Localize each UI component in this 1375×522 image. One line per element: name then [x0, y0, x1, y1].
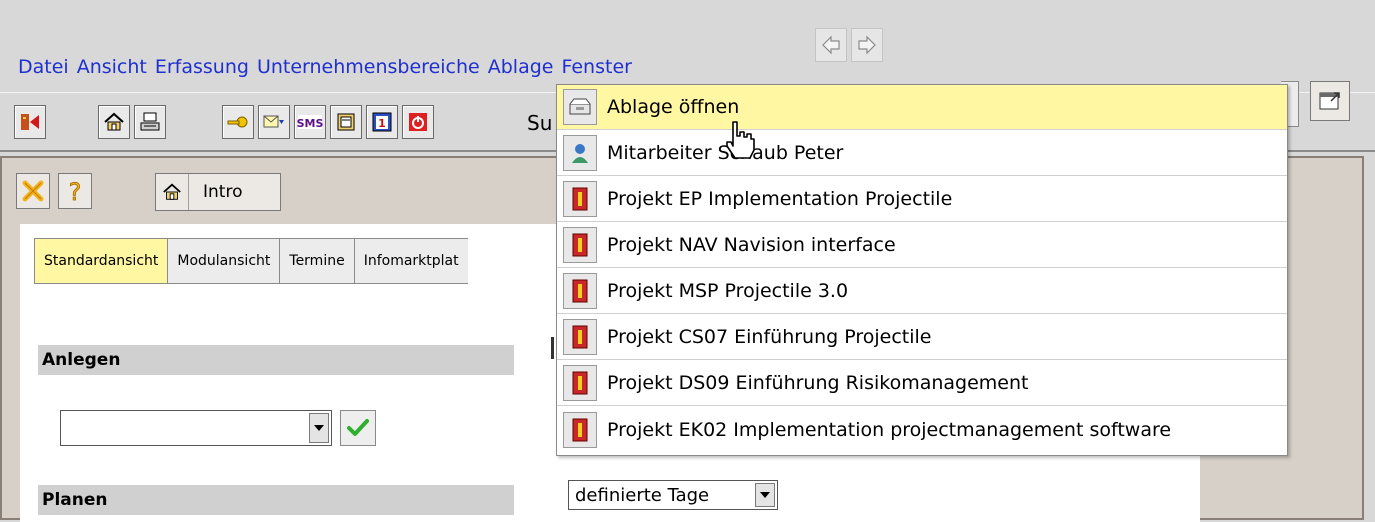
tab-modulansicht[interactable]: Modulansicht — [167, 238, 280, 284]
project-icon — [563, 181, 597, 217]
menu-erfassung[interactable]: Erfassung — [155, 56, 249, 78]
mail-icon[interactable] — [258, 105, 290, 139]
menu-unternehmensbereiche[interactable]: Unternehmensbereiche — [257, 56, 480, 78]
menu-item-label: Projekt DS09 Einführung Risikomanagement — [607, 372, 1029, 394]
menu-item-projekt-cs07[interactable]: Projekt CS07 Einführung Projectile — [557, 315, 1287, 360]
menu-datei[interactable]: Datei — [18, 56, 69, 78]
notes-icon[interactable] — [330, 105, 362, 139]
project-icon — [563, 411, 597, 448]
checkmark-icon — [347, 419, 369, 436]
menu-item-label: Projekt NAV Navision interface — [607, 234, 896, 256]
power-off-icon[interactable] — [402, 105, 434, 139]
ablage-dropdown-menu: Ablage öffnen Mitarbeiter Schaub Peter P… — [556, 84, 1288, 456]
menu-item-projekt-msp[interactable]: Projekt MSP Projectile 3.0 — [557, 269, 1287, 314]
new-window-icon[interactable] — [1310, 81, 1350, 121]
menu-ansicht[interactable]: Ansicht — [77, 56, 147, 78]
menu-item-label: Projekt CS07 Einführung Projectile — [607, 326, 932, 348]
menu-item-label: Projekt EK02 Implementation projectmanag… — [607, 418, 1172, 441]
menu-item-label: Projekt EP Implementation Projectile — [607, 188, 953, 210]
menu-item-projekt-ek02[interactable]: Projekt EK02 Implementation projectmanag… — [557, 407, 1287, 452]
sms-icon[interactable]: SMS — [294, 105, 326, 139]
key-icon[interactable] — [222, 105, 254, 139]
tab-standardansicht[interactable]: Standardansicht — [34, 238, 168, 284]
svg-text:1: 1 — [378, 117, 386, 130]
menu-list: Datei Ansicht Erfassung Unternehmensbere… — [18, 56, 640, 78]
menu-item-mitarbeiter[interactable]: Mitarbeiter Schaub Peter — [557, 131, 1287, 176]
chevron-down-icon[interactable] — [755, 483, 775, 507]
svg-text:SMS: SMS — [297, 117, 323, 130]
project-icon — [563, 273, 597, 309]
view-tabs: Standardansicht Modulansicht Termine Inf… — [34, 238, 468, 284]
intro-tab[interactable]: Intro — [155, 173, 281, 211]
calendar-icon[interactable]: 1 — [366, 105, 398, 139]
hand-cursor-icon — [723, 120, 757, 164]
back-arrow-icon[interactable] — [815, 28, 847, 62]
menu-ablage[interactable]: Ablage — [488, 56, 554, 78]
chevron-down-icon[interactable] — [309, 413, 329, 443]
menu-item-label: Ablage öffnen — [607, 96, 740, 118]
help-icon[interactable]: ? — [58, 173, 92, 209]
drawer-icon — [563, 89, 597, 125]
section-anlegen-header: Anlegen — [38, 345, 514, 375]
menu-item-label: Projekt MSP Projectile 3.0 — [607, 280, 849, 302]
menu-item-projekt-ep[interactable]: Projekt EP Implementation Projectile — [557, 177, 1287, 222]
close-icon[interactable] — [16, 173, 50, 209]
search-label: Su — [527, 111, 553, 135]
menu-fenster[interactable]: Fenster — [561, 56, 631, 78]
section-planen-header: Planen — [38, 485, 514, 515]
person-icon — [563, 135, 597, 171]
days-select-value: definierte Tage — [575, 484, 710, 506]
home-icon — [156, 174, 189, 210]
svg-text:?: ? — [69, 178, 82, 204]
print-icon[interactable] — [134, 105, 166, 139]
menu-bar: Datei Ansicht Erfassung Unternehmensbere… — [0, 0, 1375, 90]
confirm-button[interactable] — [340, 410, 376, 446]
forward-arrow-icon[interactable] — [851, 28, 883, 62]
project-icon — [563, 319, 597, 355]
tab-infomarktplatz[interactable]: Infomarktplat — [353, 238, 468, 284]
menu-item-projekt-nav[interactable]: Projekt NAV Navision interface — [557, 223, 1287, 268]
home-icon[interactable] — [98, 105, 130, 139]
tab-termine[interactable]: Termine — [279, 238, 354, 284]
project-icon — [563, 227, 597, 263]
intro-tab-label: Intro — [203, 182, 243, 202]
menu-item-ablage-oeffnen[interactable]: Ablage öffnen — [557, 85, 1287, 130]
anlegen-select[interactable] — [60, 410, 332, 446]
project-icon — [563, 365, 597, 401]
history-navigation — [815, 28, 883, 62]
menu-item-projekt-ds09[interactable]: Projekt DS09 Einführung Risikomanagement — [557, 361, 1287, 406]
exit-icon[interactable] — [14, 105, 46, 139]
days-select[interactable]: definierte Tage — [568, 480, 778, 510]
